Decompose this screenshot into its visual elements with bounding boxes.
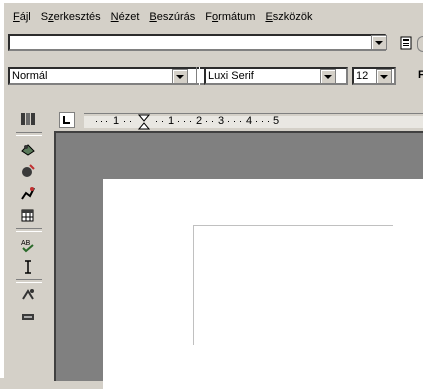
ruler-tick (206, 121, 207, 122)
function-bar (8, 31, 423, 57)
main-toolbar: AB (8, 111, 48, 381)
font-name-select[interactable]: Luxi Serif (204, 67, 348, 85)
menu-insert[interactable]: Beszúrás (144, 6, 200, 28)
ruler-number: 2 (196, 115, 203, 127)
chevron-down-icon[interactable] (320, 69, 336, 83)
ruler-tick (96, 121, 97, 122)
paragraph-style-value: Normál (12, 70, 48, 82)
ruler-tick (124, 121, 125, 122)
ruler-tick (101, 121, 102, 122)
table-icon[interactable] (20, 207, 36, 223)
menu-edit[interactable]: Szerkesztés (36, 6, 106, 28)
document-page[interactable] (103, 179, 423, 389)
chevron-down-icon[interactable] (172, 69, 188, 83)
autoshape-icon[interactable] (20, 185, 36, 201)
draw-icon[interactable] (20, 141, 36, 157)
left-tab-icon (63, 116, 70, 124)
ruler-tick (162, 121, 163, 122)
toolbar-separator (16, 228, 42, 232)
font-size-select[interactable]: 12 (352, 67, 396, 85)
svg-text:AB: AB (21, 240, 31, 247)
menu-format[interactable]: Formátum (200, 6, 260, 28)
ruler-tick (184, 121, 185, 122)
navigator-icon[interactable] (20, 309, 36, 325)
text-boundary-top (193, 225, 393, 226)
chevron-down-icon[interactable] (376, 69, 392, 83)
ruler-tick (178, 121, 179, 122)
formatting-bar: Normál Luxi Serif 12 F (8, 65, 423, 87)
ruler-number: 1 (168, 115, 175, 127)
horizontal-ruler[interactable]: 1 1 2 3 4 5 (84, 113, 423, 130)
indent-marker-icon[interactable] (138, 114, 150, 130)
ruler-tick (240, 121, 241, 122)
tab-stop-selector[interactable] (59, 112, 75, 128)
font-name-value: Luxi Serif (208, 70, 254, 82)
font-size-value: 12 (356, 70, 369, 82)
cursor-icon[interactable] (20, 259, 36, 275)
insert-icon[interactable] (20, 163, 36, 179)
menu-tools[interactable]: Eszközök (260, 6, 317, 28)
bold-button[interactable]: F (418, 69, 423, 81)
ruler-number: 1 (113, 115, 120, 127)
load-url-field[interactable] (8, 34, 386, 51)
ruler-tick (212, 121, 213, 122)
columns-icon[interactable] (20, 111, 36, 127)
toolbar-separator (16, 279, 42, 283)
window-frame: Fájl Szerkesztés Nézet Beszúrás Formátum… (0, 0, 423, 389)
ruler-tick (262, 121, 263, 122)
toolbar-partial-button[interactable] (417, 36, 423, 52)
toolbar-separator (196, 67, 200, 85)
text-boundary-left (193, 225, 194, 345)
ruler-tick (130, 121, 131, 122)
menu-view[interactable]: Nézet (106, 6, 145, 28)
paragraph-style-select[interactable]: Normál (8, 67, 212, 85)
ruler-tick (234, 121, 235, 122)
ruler-tick (256, 121, 257, 122)
spellcheck-icon[interactable]: AB (20, 237, 36, 253)
document-canvas (54, 131, 423, 389)
ruler-tick (268, 121, 269, 122)
ruler-tick (228, 121, 229, 122)
menu-file[interactable]: Fájl (8, 6, 36, 28)
ruler-tick (156, 121, 157, 122)
ruler-number: 5 (273, 115, 280, 127)
toolbar-separator (16, 132, 42, 136)
ruler-number: 4 (246, 115, 253, 127)
ruler-number: 3 (218, 115, 225, 127)
function-icon[interactable] (20, 287, 36, 303)
text-icon[interactable] (400, 36, 414, 50)
menu-bar: Fájl Szerkesztés Nézet Beszúrás Formátum… (8, 6, 423, 28)
chevron-down-icon[interactable] (371, 35, 387, 50)
ruler-tick (106, 121, 107, 122)
ruler-text-area (84, 116, 423, 128)
ruler-tick (190, 121, 191, 122)
